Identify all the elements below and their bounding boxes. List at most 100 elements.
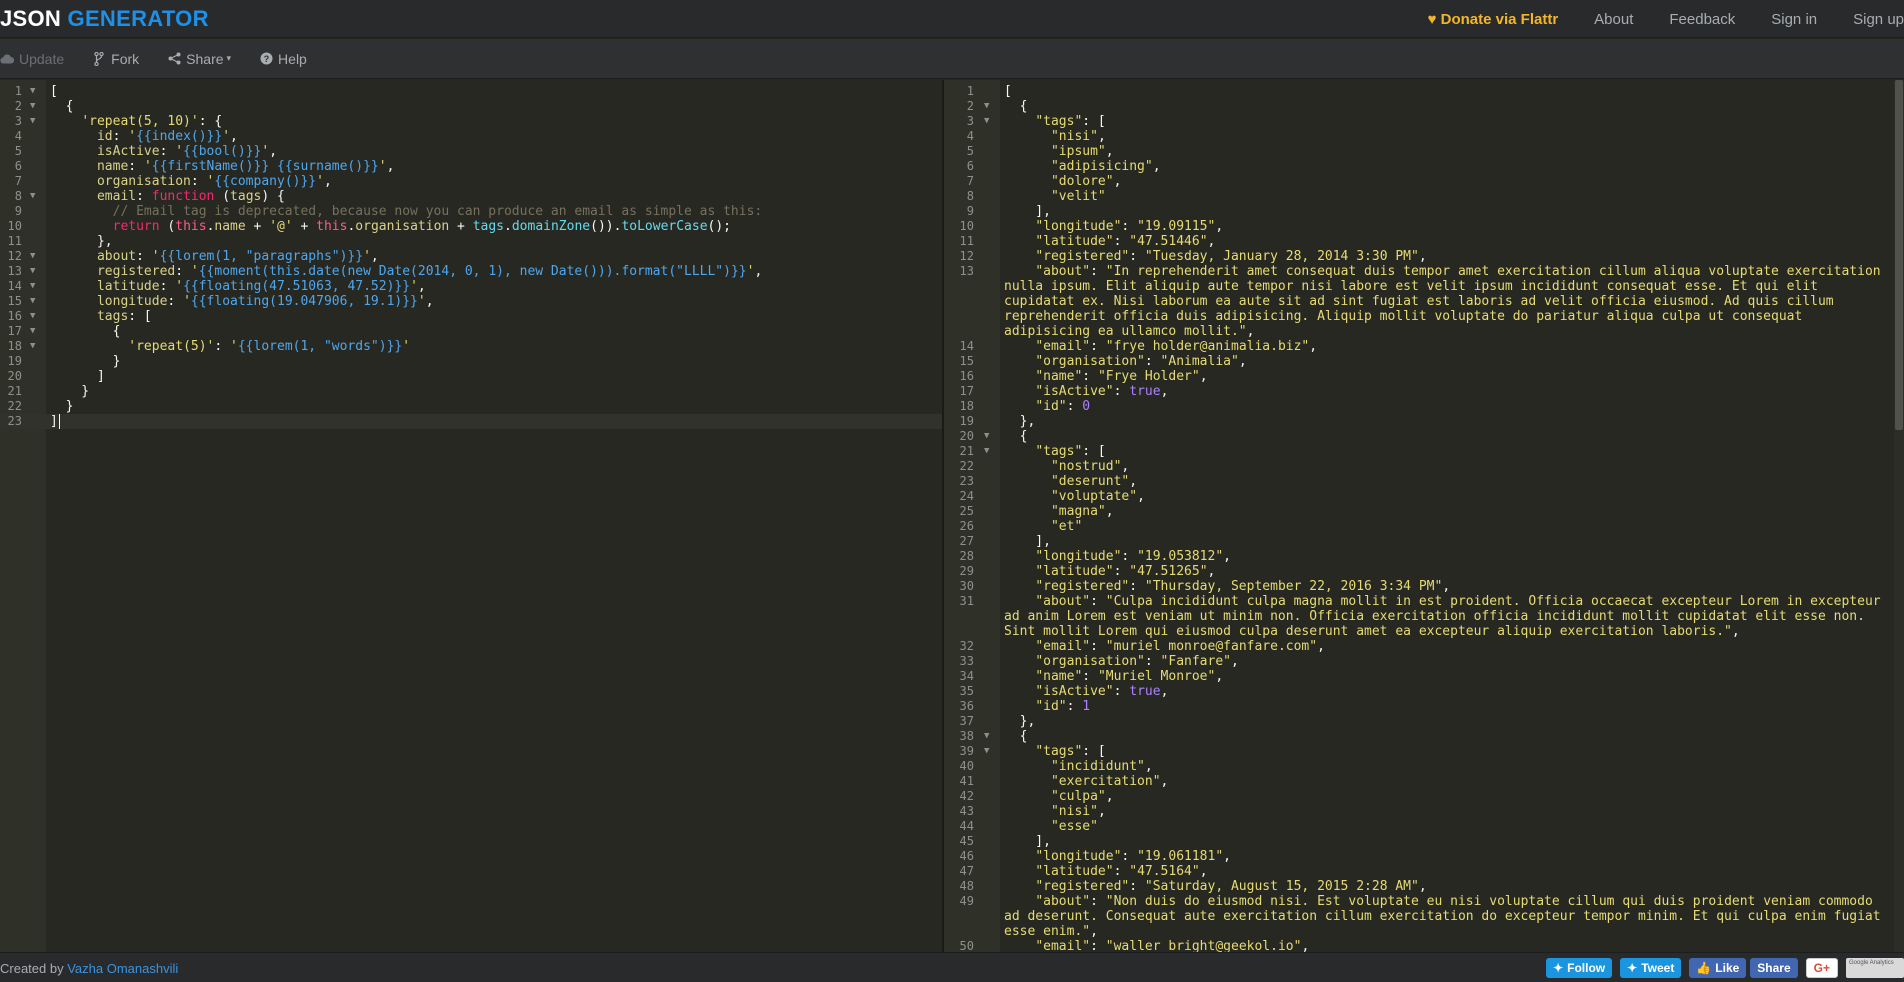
code-line: 12 "registered": "Tuesday, January 28, 2… <box>944 249 1904 264</box>
code-token: , <box>754 264 763 279</box>
code-token: { <box>50 324 121 339</box>
line-number: 18 <box>959 399 974 413</box>
share-button[interactable]: Share ▾ <box>167 51 231 67</box>
fold-arrow-icon[interactable]: ▼ <box>984 114 989 129</box>
fold-arrow-icon[interactable]: ▼ <box>30 114 35 129</box>
code-line: 37 }, <box>944 714 1904 729</box>
code-token: latitude <box>96 279 160 294</box>
about-link[interactable]: About <box>1594 11 1633 28</box>
analytics-badge[interactable]: Google Analytics <box>1846 958 1904 978</box>
output-scrollbar-thumb[interactable] <box>1895 80 1903 430</box>
google-plus-button[interactable]: G+ <box>1805 958 1838 978</box>
feedback-link[interactable]: Feedback <box>1669 11 1735 28</box>
signin-link[interactable]: Sign in <box>1771 11 1817 28</box>
code-token: ] <box>50 414 58 429</box>
fold-arrow-icon[interactable]: ▼ <box>30 84 35 99</box>
output-scrollbar[interactable] <box>1894 80 1904 952</box>
template-editor[interactable]: 1 ▼[2 ▼ {3 ▼ 'repeat(5, 10)': {4 id: '{{ind… <box>0 80 942 952</box>
line-number: 1 <box>14 84 22 98</box>
code-token: ( <box>214 189 231 204</box>
code-text: "name": "Muriel Monroe", <box>1004 669 1223 684</box>
code-line: 21 ▼ "tags": [ <box>944 444 1904 459</box>
code-line: 4 id: '{{index()}}', <box>0 129 942 144</box>
code-line: 15 "organisation": "Animalia", <box>944 354 1904 369</box>
caret-down-icon: ▾ <box>226 53 232 63</box>
code-token: : [ <box>128 309 152 324</box>
update-button[interactable]: Update <box>0 51 64 67</box>
code-token: "Thursday, September 22, 2016 3:34 PM" <box>1144 579 1443 594</box>
code-line: 9 ], <box>944 204 1904 219</box>
fork-button[interactable]: Fork <box>92 51 139 67</box>
code-token: { <box>50 99 74 114</box>
signup-link[interactable]: Sign up <box>1853 11 1904 28</box>
code-text: { <box>50 99 74 114</box>
toolbar: Update Fork Share ▾ ? Help <box>0 39 1904 79</box>
fold-arrow-icon[interactable]: ▼ <box>30 249 35 264</box>
code-token: . <box>504 219 512 234</box>
code-token: , <box>1223 549 1231 564</box>
line-number: 41 <box>959 774 974 788</box>
brand-generator: GENERATOR <box>67 6 209 31</box>
code-text: "ipsum", <box>1004 144 1114 159</box>
code-token: "email" <box>1035 939 1091 952</box>
fold-arrow-icon[interactable]: ▼ <box>30 189 35 204</box>
code-line: 9 // Email tag is deprecated, because no… <box>0 204 942 219</box>
fold-arrow-icon[interactable]: ▼ <box>30 264 35 279</box>
code-token: ( <box>159 219 176 234</box>
code-token: "Tuesday, January 28, 2014 3:30 PM" <box>1144 249 1419 264</box>
fold-arrow-icon[interactable]: ▼ <box>984 744 989 759</box>
code-text: 'repeat(5)': '{{lorem(1, "words")}}' <box>50 339 410 354</box>
twitter-tweet-button[interactable]: ✦ Tweet <box>1620 958 1682 978</box>
code-text: about: '{{lorem(1, "paragraphs")}}', <box>50 249 379 264</box>
code-text: "velit" <box>1004 189 1106 204</box>
code-text: "about": "In reprehenderit amet consequa… <box>1004 264 1880 279</box>
line-number: 4 <box>966 129 974 143</box>
code-text: "incididunt", <box>1004 759 1153 774</box>
code-text: organisation: '{{company()}}', <box>50 174 332 189</box>
code-token: "name" <box>1035 369 1083 384</box>
fold-arrow-icon[interactable]: ▼ <box>30 324 35 339</box>
code-token: "frye holder@animalia.biz" <box>1105 339 1310 354</box>
code-token: : <box>159 279 176 294</box>
fold-arrow-icon[interactable]: ▼ <box>30 294 35 309</box>
help-icon: ? <box>259 52 273 66</box>
fold-arrow-icon[interactable]: ▼ <box>30 99 35 114</box>
code-token: "esse" <box>1050 819 1098 834</box>
line-number: 24 <box>959 489 974 503</box>
code-token: , <box>1231 654 1239 669</box>
code-text: "id": 1 <box>1004 699 1090 714</box>
code-token: : <box>1066 399 1083 414</box>
brand-logo[interactable]: JSON GENERATOR <box>0 6 209 32</box>
fold-arrow-icon[interactable]: ▼ <box>984 729 989 744</box>
line-number: 17 <box>959 384 974 398</box>
code-text: "about": "Culpa incididunt culpa magna m… <box>1004 594 1880 609</box>
donate-link[interactable]: ♥ Donate via Flattr <box>1428 11 1559 28</box>
code-token: "dolore" <box>1050 174 1114 189</box>
fold-arrow-icon[interactable]: ▼ <box>30 279 35 294</box>
code-line: adipisicing ea ullamco mollit.", <box>944 324 1904 339</box>
code-text: "latitude": "47.51446", <box>1004 234 1215 249</box>
code-line: 13 ▼ registered: '{{moment(this.date(new … <box>0 264 942 279</box>
author-link[interactable]: Vazha Omanashvili <box>67 961 178 976</box>
output-editor[interactable]: 1[2 ▼ {3 ▼ "tags": [4 "nisi", 5 "ipsum", 6 "… <box>944 80 1904 952</box>
line-number: 10 <box>7 219 22 233</box>
fold-arrow-icon[interactable]: ▼ <box>984 444 989 459</box>
facebook-share-button[interactable]: Share <box>1750 958 1798 978</box>
code-token: : <box>1082 369 1098 384</box>
code-token: : [ <box>1082 114 1106 129</box>
fold-arrow-icon[interactable]: ▼ <box>984 99 989 114</box>
fold-arrow-icon[interactable]: ▼ <box>30 309 35 324</box>
help-button[interactable]: ? Help <box>259 51 307 67</box>
code-token: : <box>214 339 231 354</box>
facebook-like-button[interactable]: 👍 Like <box>1689 958 1747 978</box>
code-line: 33 "organisation": "Fanfare", <box>944 654 1904 669</box>
twitter-follow-button[interactable]: ✦ Follow <box>1546 958 1613 978</box>
fold-arrow-icon[interactable]: ▼ <box>984 429 989 444</box>
fold-arrow-icon[interactable]: ▼ <box>30 339 35 354</box>
